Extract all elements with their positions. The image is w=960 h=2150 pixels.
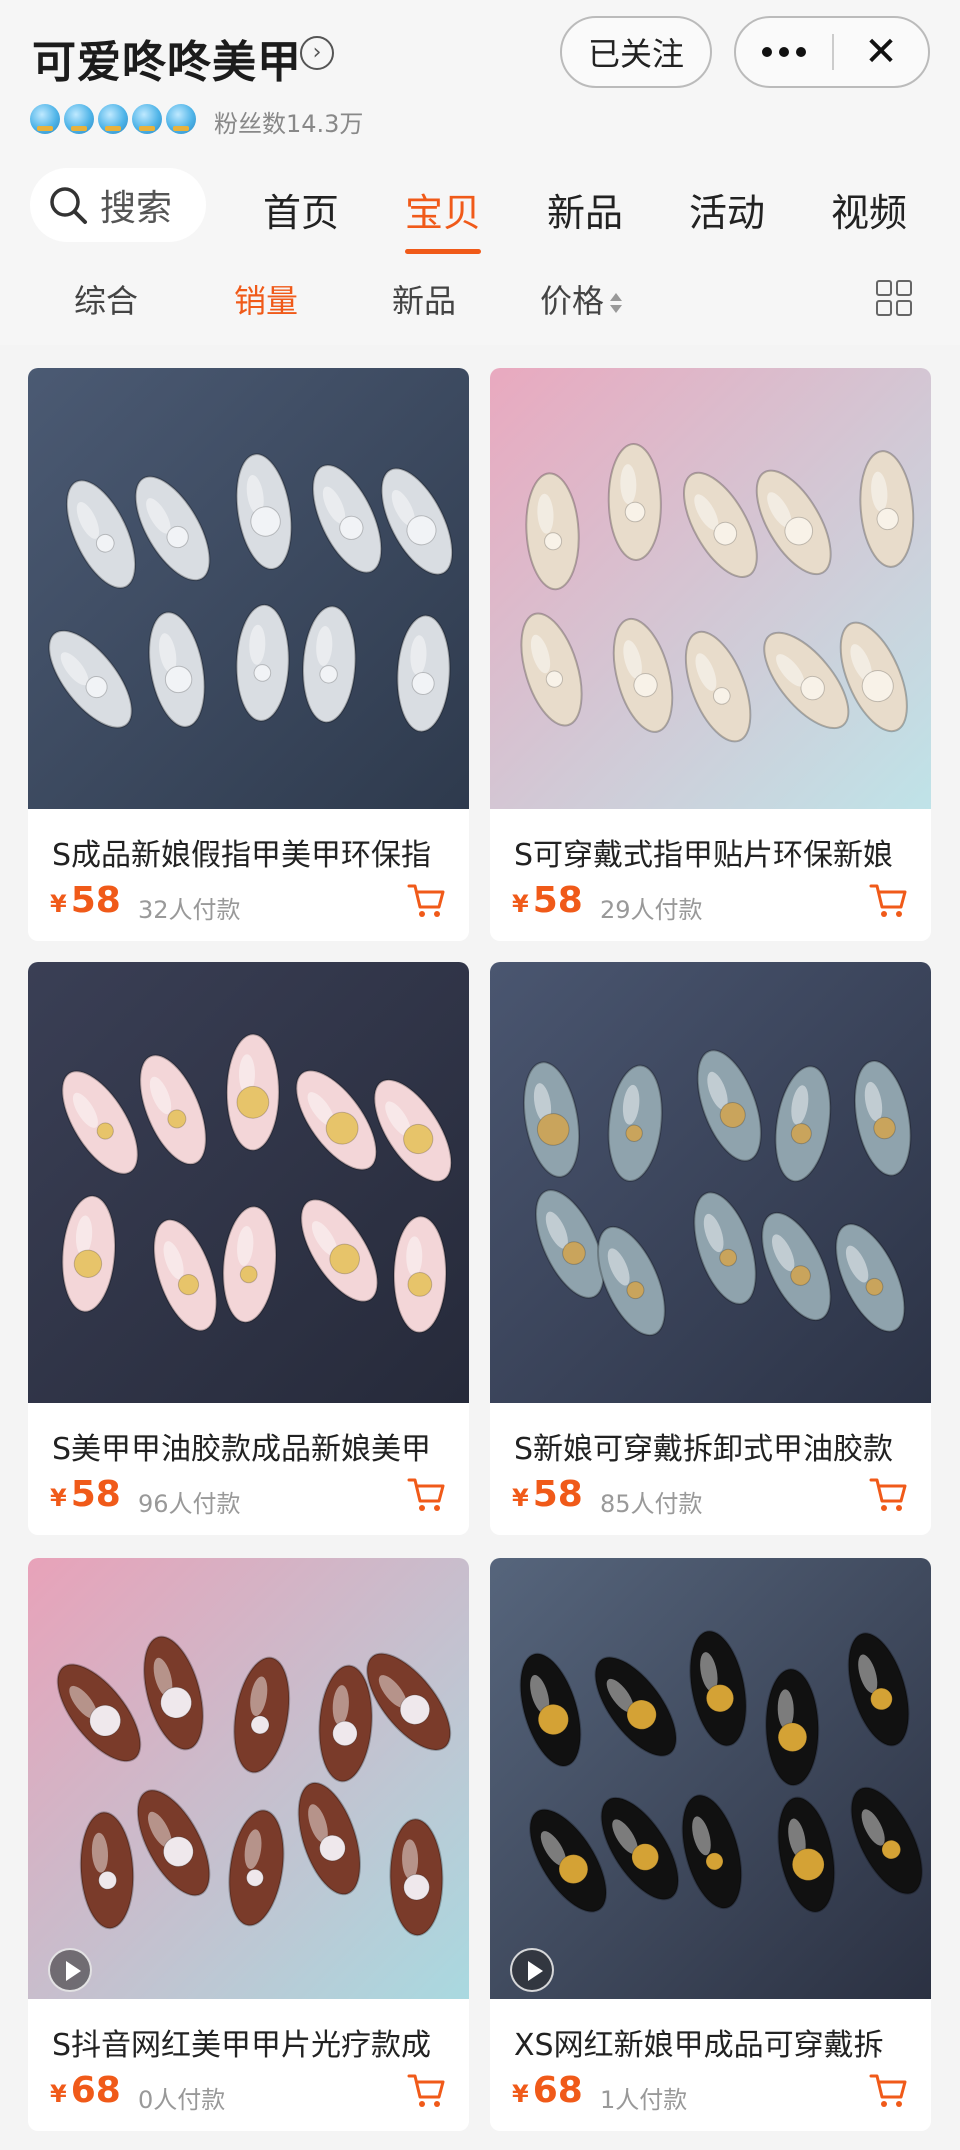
sold-count: 96人付款 [138, 1490, 241, 1518]
play-icon[interactable] [48, 1948, 92, 1992]
product-card[interactable]: S抖音网红美甲甲片光疗款成 ¥68 0人付款 [28, 1558, 469, 2131]
product-image[interactable] [28, 1558, 469, 1999]
chevron-right-icon[interactable]: › [300, 36, 334, 70]
product-title[interactable]: S新娘可穿戴拆卸式甲油胶款 [514, 1424, 914, 1468]
sort-arrows-icon [610, 291, 623, 315]
crown-icon [30, 104, 60, 134]
sort-new[interactable]: 新品 [392, 276, 456, 322]
product-image[interactable] [28, 368, 469, 809]
product-card[interactable]: S美甲甲油胶款成品新娘美甲 ¥58 96人付款 [28, 962, 469, 1535]
crown-icon [98, 104, 128, 134]
product-title[interactable]: S成品新娘假指甲美甲环保指 [52, 830, 452, 874]
sort-overall[interactable]: 综合 [74, 276, 138, 322]
currency-symbol: ¥ [512, 2080, 529, 2108]
cart-icon[interactable] [868, 880, 908, 920]
sold-count: 32人付款 [138, 896, 241, 924]
search-icon [50, 187, 87, 224]
product-price: ¥58 [512, 880, 583, 921]
tab-new[interactable]: 新品 [547, 176, 623, 246]
nav-tabs: 首页 宝贝 新品 活动 视频 [230, 176, 940, 254]
tab-events[interactable]: 活动 [689, 176, 765, 246]
sold-count: 29人付款 [600, 896, 703, 924]
mini-program-capsule: ✕ [734, 16, 930, 88]
play-icon[interactable] [510, 1948, 554, 1992]
currency-symbol: ¥ [50, 1484, 67, 1512]
sort-price-label: 价格 [540, 282, 605, 320]
cart-icon[interactable] [868, 2070, 908, 2110]
sort-price[interactable]: 价格 [540, 276, 623, 322]
product-title[interactable]: S抖音网红美甲甲片光疗款成 [52, 2020, 452, 2064]
shop-name[interactable]: 可爱咚咚美甲 [32, 26, 302, 90]
search-label: 搜索 [100, 188, 173, 229]
product-card[interactable]: S成品新娘假指甲美甲环保指 ¥58 32人付款 [28, 368, 469, 941]
product-price: ¥58 [50, 880, 121, 921]
cart-icon[interactable] [406, 2070, 446, 2110]
sort-sales[interactable]: 销量 [234, 276, 298, 322]
currency-symbol: ¥ [50, 890, 67, 918]
search-button[interactable]: 搜索 [30, 168, 206, 242]
product-card[interactable]: S可穿戴式指甲贴片环保新娘 ¥58 29人付款 [490, 368, 931, 941]
currency-symbol: ¥ [50, 2080, 67, 2108]
crown-icon [132, 104, 162, 134]
more-icon[interactable] [736, 18, 832, 86]
product-price: ¥68 [512, 2070, 583, 2111]
shop-rating-crowns [30, 104, 196, 134]
product-title[interactable]: S可穿戴式指甲贴片环保新娘 [514, 830, 914, 874]
price-value: 58 [532, 880, 583, 921]
product-price: ¥58 [50, 1474, 121, 1515]
crown-icon [166, 104, 196, 134]
tab-products[interactable]: 宝贝 [404, 176, 482, 254]
product-card[interactable]: S新娘可穿戴拆卸式甲油胶款 ¥58 85人付款 [490, 962, 931, 1535]
close-icon[interactable]: ✕ [834, 18, 928, 86]
product-card[interactable]: XS网红新娘甲成品可穿戴拆 ¥68 1人付款 [490, 1558, 931, 2131]
sold-count: 85人付款 [600, 1490, 703, 1518]
product-price: ¥68 [50, 2070, 121, 2111]
price-value: 68 [70, 2070, 121, 2111]
cart-icon[interactable] [406, 880, 446, 920]
currency-symbol: ¥ [512, 890, 529, 918]
follow-button[interactable]: 已关注 [560, 16, 712, 88]
shop-header: 可爱咚咚美甲 › 已关注 ✕ 粉丝数14.3万 搜索 首页 宝贝 新品 活动 视… [0, 0, 960, 345]
crown-icon [64, 104, 94, 134]
price-value: 58 [70, 880, 121, 921]
product-title[interactable]: XS网红新娘甲成品可穿戴拆 [514, 2020, 914, 2064]
price-value: 58 [70, 1474, 121, 1515]
tab-videos[interactable]: 视频 [831, 176, 907, 246]
sold-count: 1人付款 [600, 2086, 688, 2114]
product-title[interactable]: S美甲甲油胶款成品新娘美甲 [52, 1424, 452, 1468]
product-image[interactable] [28, 962, 469, 1403]
tab-home[interactable]: 首页 [263, 176, 339, 246]
cart-icon[interactable] [868, 1474, 908, 1514]
cart-icon[interactable] [406, 1474, 446, 1514]
product-price: ¥58 [512, 1474, 583, 1515]
fans-count: 粉丝数14.3万 [214, 110, 364, 138]
grid-view-icon[interactable] [876, 280, 912, 316]
product-image[interactable] [490, 962, 931, 1403]
currency-symbol: ¥ [512, 1484, 529, 1512]
sort-bar: 综合 销量 新品 价格 [0, 270, 960, 330]
product-image[interactable] [490, 368, 931, 809]
price-value: 68 [532, 2070, 583, 2111]
product-image[interactable] [490, 1558, 931, 1999]
sold-count: 0人付款 [138, 2086, 226, 2114]
price-value: 58 [532, 1474, 583, 1515]
